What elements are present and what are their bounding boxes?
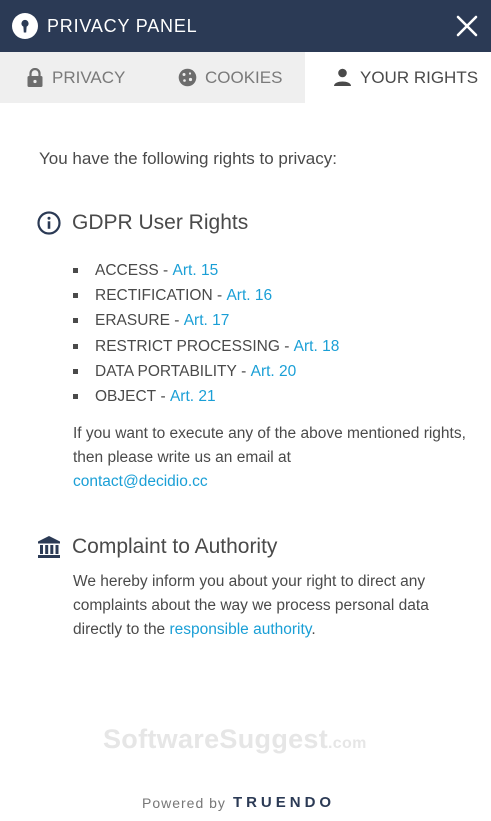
tab-privacy-label: PRIVACY	[52, 67, 126, 87]
tab-cookies[interactable]: COOKIES	[152, 52, 305, 103]
gdpr-section-heading: GDPR User Rights	[36, 210, 248, 236]
watermark-suffix: .com	[328, 735, 367, 752]
separator: -	[156, 388, 170, 406]
article-link[interactable]: Art. 17	[184, 310, 230, 331]
tab-privacy[interactable]: PRIVACY	[0, 52, 152, 103]
separator: -	[158, 262, 173, 280]
article-link[interactable]: Art. 18	[294, 336, 340, 357]
list-item: ERASURE - Art. 17	[73, 308, 339, 333]
powered-by-label: Powered by	[142, 794, 226, 811]
list-item: RESTRICT PROCESSING - Art. 18	[73, 334, 339, 359]
email-link[interactable]: contact@decidio.cc	[73, 473, 208, 490]
bank-icon	[38, 536, 60, 558]
right-name: OBJECT	[95, 388, 157, 406]
cookie-icon	[178, 68, 197, 87]
right-name: ERASURE	[95, 312, 170, 330]
powered-by-footer[interactable]: Powered by TRUENDO	[142, 794, 335, 811]
article-link[interactable]: Art. 21	[170, 386, 216, 407]
gdpr-title: GDPR User Rights	[72, 211, 249, 234]
keyhole-icon	[12, 13, 38, 39]
gdpr-paragraph: If you want to execute any of the above …	[73, 422, 473, 494]
right-name: ACCESS	[95, 262, 159, 280]
separator: -	[236, 362, 251, 380]
right-name: DATA PORTABILITY	[95, 362, 237, 380]
article-link[interactable]: Art. 20	[251, 361, 297, 382]
article-link[interactable]: Art. 15	[173, 260, 219, 281]
article-link[interactable]: Art. 16	[226, 285, 272, 306]
list-item: OBJECT - Art. 21	[73, 384, 339, 409]
complaint-title: Complaint to Authority	[72, 535, 278, 558]
tab-bar: PRIVACY COOKIES YOUR RIGHTS	[0, 52, 491, 103]
complaint-paragraph: We hereby inform you about your right to…	[73, 570, 473, 642]
complaint-section-heading: Complaint to Authority	[36, 534, 277, 560]
period: .	[311, 621, 316, 638]
list-item: ACCESS - Art. 15	[73, 258, 339, 283]
intro-text: You have the following rights to privacy…	[39, 149, 337, 168]
list-item: RECTIFICATION - Art. 16	[73, 283, 339, 308]
lock-icon	[27, 67, 43, 87]
separator: -	[212, 287, 227, 305]
panel-header: PRIVACY PANEL	[0, 0, 491, 52]
info-icon	[37, 211, 61, 235]
watermark: SoftwareSuggest.com	[103, 724, 367, 755]
separator: -	[279, 337, 294, 355]
tab-your-rights[interactable]: YOUR RIGHTS	[305, 52, 491, 103]
list-item: DATA PORTABILITY - Art. 20	[73, 359, 339, 384]
authority-link[interactable]: responsible authority	[170, 621, 312, 638]
rights-list: ACCESS - Art. 15 RECTIFICATION - Art. 16…	[73, 258, 339, 409]
tab-your-rights-label: YOUR RIGHTS	[360, 67, 479, 87]
right-name: RESTRICT PROCESSING	[95, 337, 280, 355]
separator: -	[169, 312, 184, 330]
user-icon	[334, 68, 351, 86]
tab-cookies-label: COOKIES	[205, 67, 283, 87]
right-name: RECTIFICATION	[95, 287, 213, 305]
close-icon[interactable]	[456, 15, 478, 37]
watermark-name: SoftwareSuggest	[103, 724, 329, 754]
brand-logo: TRUENDO	[232, 794, 336, 811]
gdpr-paragraph-text: If you want to execute any of the above …	[73, 425, 466, 466]
panel-title: PRIVACY PANEL	[47, 16, 198, 36]
